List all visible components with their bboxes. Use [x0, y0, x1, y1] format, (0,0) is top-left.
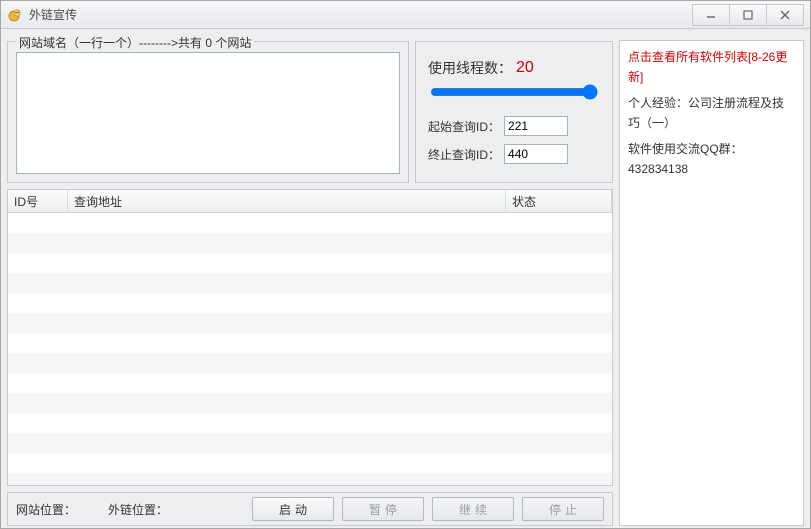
start-id-input[interactable] — [504, 116, 568, 136]
domains-legend: 网站域名（一行一个）-------->共有 0 个网站 — [16, 34, 254, 51]
sidebar-article-link[interactable]: 个人经验：公司注册流程及技巧（一） — [628, 93, 795, 133]
start-id-label: 起始查询ID： — [428, 118, 500, 135]
window-title: 外链宣传 — [29, 6, 693, 23]
end-id-input[interactable] — [504, 144, 568, 164]
bottom-bar: 网站位置： 外链位置： 启动 暂停 继续 停止 — [7, 492, 613, 526]
col-header-id[interactable]: ID号 — [8, 190, 68, 212]
window-buttons — [693, 4, 804, 26]
pause-button[interactable]: 暂停 — [342, 497, 424, 521]
site-pos-label: 网站位置： — [16, 501, 76, 518]
resume-button[interactable]: 继续 — [432, 497, 514, 521]
left-pane: 网站域名（一行一个）-------->共有 0 个网站 使用线程数： 20 起始… — [7, 41, 613, 526]
domains-groupbox: 网站域名（一行一个）-------->共有 0 个网站 — [7, 41, 409, 183]
col-header-url[interactable]: 查询地址 — [68, 190, 506, 212]
sidebar-qq-label: 软件使用交流QQ群： — [628, 142, 743, 156]
threads-label: 使用线程数： — [428, 58, 512, 78]
table-body[interactable] — [8, 213, 612, 485]
start-button[interactable]: 启动 — [252, 497, 334, 521]
app-window: 外链宣传 网站域名（一行一个）-------->共有 0 个网 — [0, 0, 811, 529]
minimize-button[interactable] — [692, 4, 730, 26]
end-id-label: 终止查询ID： — [428, 146, 500, 163]
col-header-status[interactable]: 状态 — [506, 190, 612, 212]
titlebar: 外链宣传 — [1, 1, 810, 29]
sidebar-qq-number: 432834138 — [628, 162, 688, 176]
app-icon — [7, 7, 23, 23]
maximize-button[interactable] — [729, 4, 767, 26]
close-button[interactable] — [766, 4, 804, 26]
table-header: ID号 查询地址 状态 — [8, 190, 612, 213]
threads-value: 20 — [516, 59, 534, 77]
domains-textarea[interactable] — [16, 52, 400, 174]
link-pos-label: 外链位置： — [108, 501, 168, 518]
threads-slider[interactable] — [430, 84, 598, 100]
threads-groupbox: 使用线程数： 20 起始查询ID： 终止查询ID： — [415, 41, 613, 183]
stop-button[interactable]: 停止 — [522, 497, 604, 521]
sidebar-qq-line: 软件使用交流QQ群： 432834138 — [628, 139, 795, 179]
sidebar-pane: 点击查看所有软件列表[8-26更新] 个人经验：公司注册流程及技巧（一） 软件使… — [619, 41, 804, 526]
sidebar-link-all-software[interactable]: 点击查看所有软件列表[8-26更新] — [628, 47, 795, 87]
results-table: ID号 查询地址 状态 — [7, 189, 613, 486]
